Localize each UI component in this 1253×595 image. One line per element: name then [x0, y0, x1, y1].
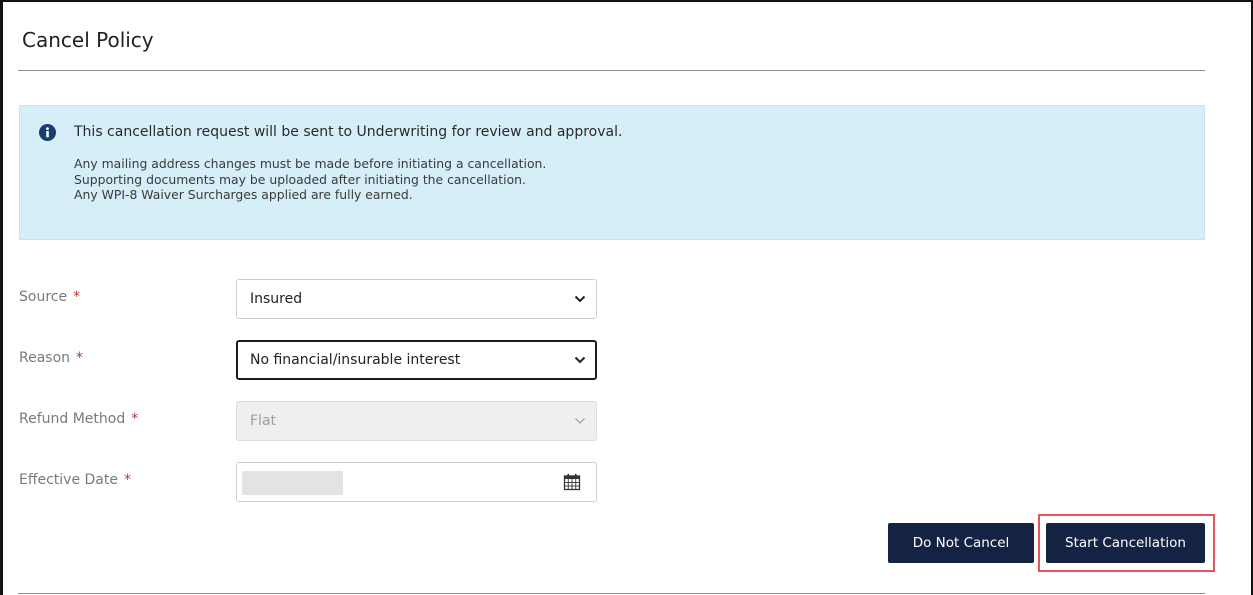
chevron-down-icon — [575, 418, 585, 424]
alert-details: Any mailing address changes must be made… — [74, 156, 546, 203]
info-circle-icon — [39, 124, 56, 141]
source-value: Insured — [250, 291, 303, 307]
refund-method-value: Flat — [250, 413, 277, 429]
bottom-divider — [18, 593, 1205, 594]
required-marker: * — [131, 411, 139, 427]
required-marker: * — [73, 289, 81, 305]
chevron-down-icon — [574, 295, 586, 303]
alert-message: This cancellation request will be sent t… — [74, 124, 623, 140]
source-label: Source * — [19, 289, 80, 305]
required-marker: * — [76, 350, 84, 366]
source-label-text: Source — [19, 289, 68, 305]
required-marker: * — [124, 472, 131, 488]
source-select[interactable]: Insured — [236, 279, 597, 319]
alert-line: Supporting documents may be uploaded aft… — [74, 171, 526, 187]
chevron-down-icon — [574, 356, 586, 364]
window-frame — [0, 0, 1253, 595]
refund-method-select: Flat — [236, 401, 597, 441]
info-alert: This cancellation request will be sent t… — [19, 105, 1205, 240]
effective-date-label-text: Effective Date — [19, 472, 118, 488]
refund-method-label-text: Refund Method — [19, 411, 126, 427]
redacted-date-value — [242, 471, 343, 495]
reason-select[interactable]: No financial/insurable interest — [236, 340, 597, 380]
title-divider — [18, 70, 1205, 71]
alert-line: Any mailing address changes must be made… — [74, 156, 547, 171]
page-title: Cancel Policy — [22, 28, 154, 52]
do-not-cancel-button[interactable]: Do Not Cancel — [888, 523, 1034, 563]
reason-label-text: Reason — [19, 350, 71, 366]
alert-line: Any WPI-8 Waiver Surcharges applied are … — [74, 187, 413, 202]
calendar-icon[interactable] — [563, 473, 581, 491]
reason-value: No financial/insurable interest — [250, 352, 461, 368]
effective-date-label: Effective Date * — [19, 472, 131, 488]
start-cancellation-button[interactable]: Start Cancellation — [1046, 523, 1205, 563]
reason-label: Reason * — [19, 350, 83, 366]
effective-date-input[interactable] — [236, 462, 597, 502]
refund-method-label: Refund Method * — [19, 411, 138, 427]
